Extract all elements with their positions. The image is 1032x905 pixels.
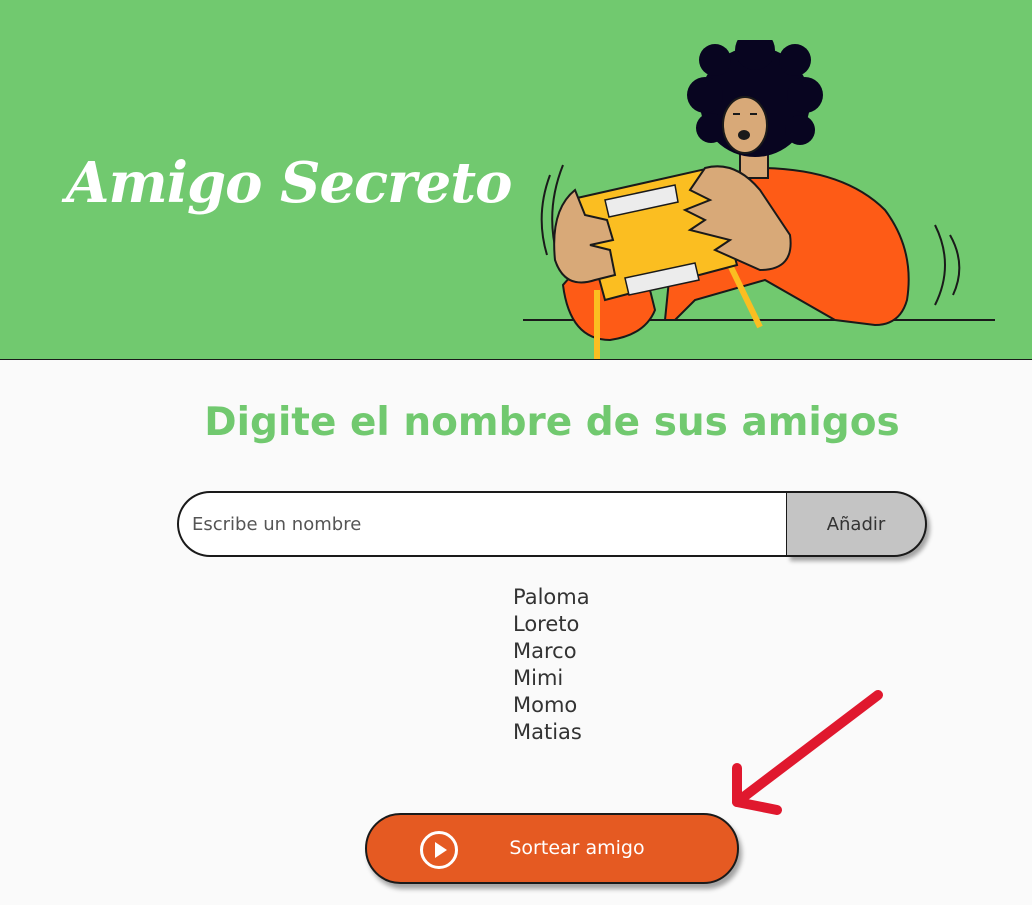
list-item: Momo — [513, 693, 578, 717]
header-banner: Amigo Secreto — [0, 0, 1032, 360]
add-button[interactable]: Añadir — [787, 491, 927, 557]
red-arrow-icon — [732, 690, 883, 815]
list-item: Paloma — [513, 585, 590, 609]
person-holding-gift-box-illustration — [523, 40, 995, 359]
friend-list: Paloma Loreto Marco Mimi Momo Matias — [513, 584, 590, 746]
add-friend-form: Añadir — [177, 491, 927, 557]
page-title: Amigo Secreto — [66, 150, 512, 216]
draw-button-label: Sortear amigo — [509, 837, 645, 859]
main-heading: Digite el nombre de sus amigos — [204, 400, 900, 445]
list-item: Loreto — [513, 612, 580, 636]
list-item: Matias — [513, 720, 582, 744]
list-item: Marco — [513, 639, 577, 663]
friend-name-input[interactable] — [177, 491, 789, 557]
draw-friend-button[interactable]: Sortear amigo — [365, 813, 739, 884]
list-item: Mimi — [513, 666, 564, 690]
